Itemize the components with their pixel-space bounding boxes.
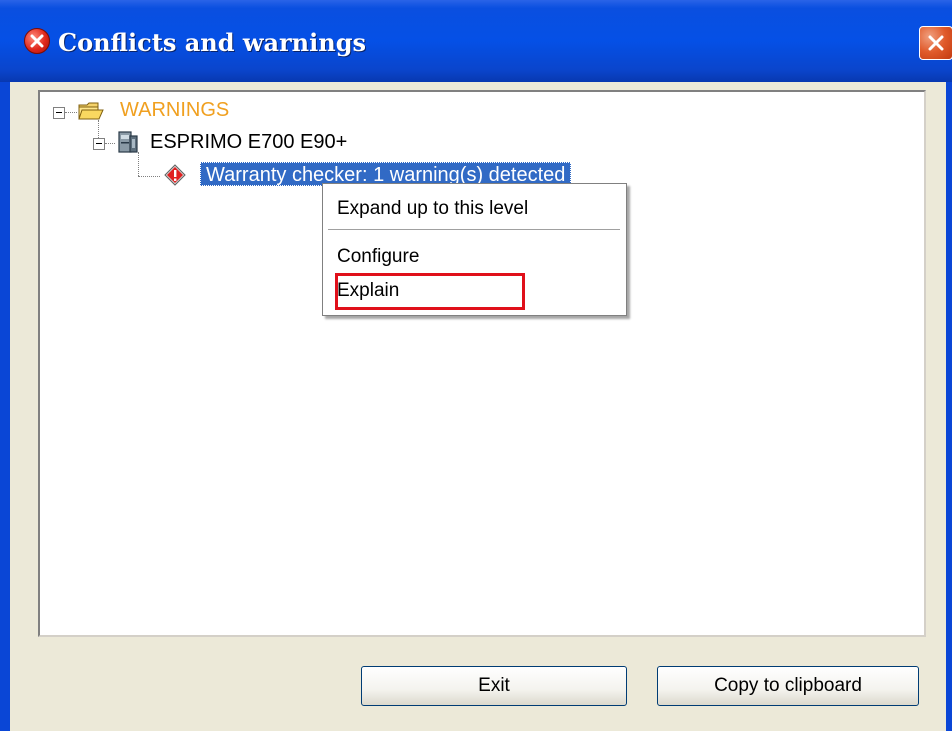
tree-connector [65, 112, 77, 113]
warning-diamond-icon [164, 164, 186, 186]
folder-icon [78, 102, 104, 120]
title-bar[interactable]: Conflicts and warnings [0, 0, 952, 82]
exit-button[interactable]: Exit [361, 666, 627, 706]
menu-separator [328, 229, 620, 231]
window-frame-left [0, 82, 10, 731]
tree-node-warnings[interactable]: WARNINGS [120, 99, 229, 122]
collapse-device-toggle[interactable] [93, 138, 105, 150]
computer-icon [118, 131, 138, 153]
window-title: Conflicts and warnings [58, 28, 366, 57]
tree-connector [98, 120, 99, 138]
context-menu: Expand up to this level Configure Explai… [322, 183, 627, 316]
collapse-root-toggle[interactable] [53, 107, 65, 119]
menu-item-configure[interactable]: Configure [337, 246, 419, 268]
conflicts-tree[interactable]: WARNINGS ESPRIMO E700 E90+ Warranty chec… [38, 90, 926, 637]
tree-node-device[interactable]: ESPRIMO E700 E90+ [150, 131, 347, 154]
window-frame-right [946, 82, 952, 731]
tree-connector [105, 143, 115, 144]
error-icon [24, 28, 50, 54]
tree-connector [138, 176, 160, 177]
copy-to-clipboard-button[interactable]: Copy to clipboard [657, 666, 919, 706]
menu-item-expand[interactable]: Expand up to this level [337, 198, 528, 220]
close-icon [928, 35, 944, 51]
close-button[interactable] [919, 26, 952, 60]
explain-highlight-box [335, 273, 525, 310]
tree-connector [138, 152, 139, 176]
dialog-window: Conflicts and warnings WARNINGS ESPRIMO … [0, 0, 952, 731]
